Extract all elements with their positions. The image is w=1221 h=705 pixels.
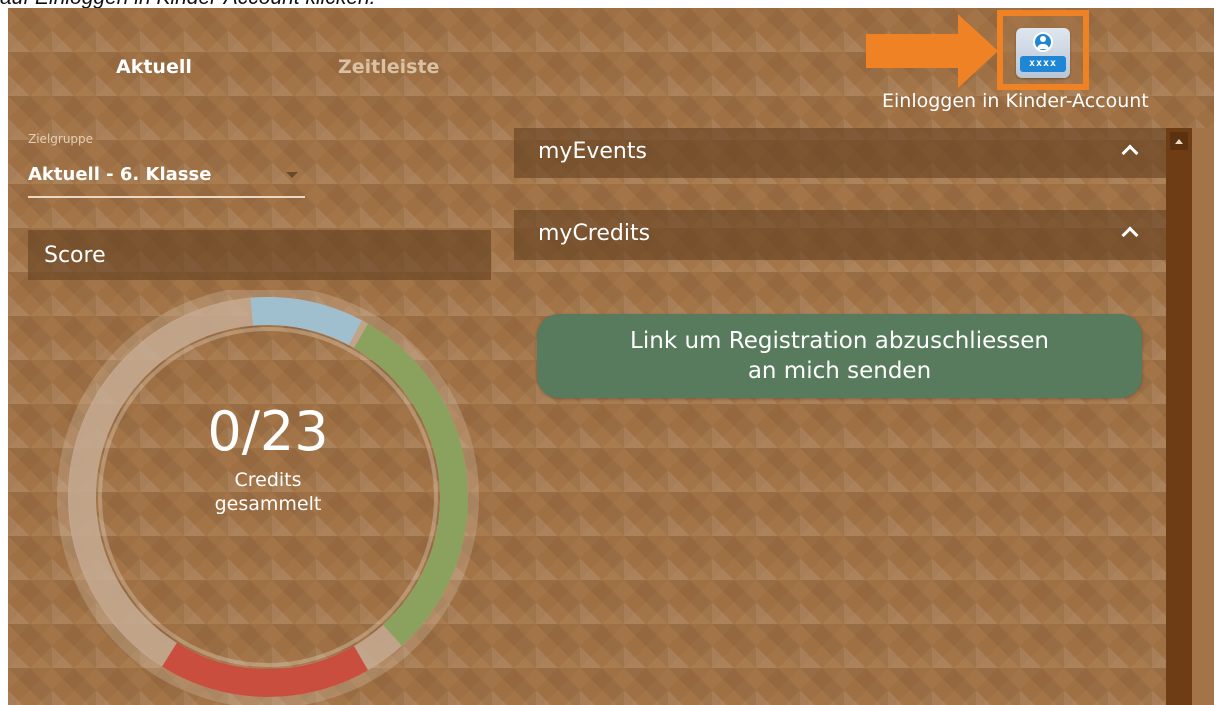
register-button-line1: Link um Registration abzuschliessen (630, 328, 1049, 354)
panel-mycredits[interactable]: myCredits (514, 210, 1166, 260)
app-window: Aktuell Zeitleiste xxxx Einloggen in Kin… (8, 8, 1214, 705)
kid-account-icon[interactable]: xxxx (1016, 28, 1070, 78)
score-caption: Credits gesammelt (188, 468, 348, 516)
chevron-down-icon (286, 172, 298, 178)
annotation-arrow-icon (866, 14, 998, 88)
score-caption-line2: gesammelt (214, 493, 322, 515)
panel-myevents-title: myEvents (538, 139, 647, 164)
panel-mycredits-title: myCredits (538, 221, 651, 246)
score-value: 0/23 (207, 400, 329, 463)
panel-myevents[interactable]: myEvents (514, 128, 1166, 178)
zielgruppe-value: Aktuell - 6. Klasse (28, 164, 212, 185)
score-caption-line1: Credits (234, 469, 302, 491)
tab-zeitleiste[interactable]: Zeitleiste (338, 56, 439, 78)
instruction-caption: auf Einloggen in Kinder-Account klicken. (0, 0, 1221, 8)
user-avatar-icon (1033, 32, 1053, 52)
scrollbar[interactable] (1166, 128, 1192, 705)
score-header: Score (28, 230, 491, 280)
chevron-up-icon[interactable] (1121, 144, 1139, 162)
kid-account-highlight[interactable]: xxxx (997, 10, 1089, 90)
scroll-up-icon[interactable] (1170, 132, 1188, 150)
kid-account-label[interactable]: Einloggen in Kinder-Account (882, 90, 1149, 112)
ring-segment-red (162, 642, 368, 697)
zielgruppe-label: Zielgruppe (28, 132, 94, 146)
password-mask: xxxx (1020, 56, 1066, 72)
send-registration-link-button[interactable]: Link um Registration abzuschliessen an m… (537, 314, 1142, 398)
zielgruppe-select[interactable]: Aktuell - 6. Klasse (28, 156, 305, 198)
register-button-line2: an mich senden (747, 358, 932, 384)
window-edge (1192, 128, 1214, 705)
chevron-up-icon[interactable] (1121, 226, 1139, 244)
score-title: Score (44, 243, 106, 268)
tab-aktuell[interactable]: Aktuell (116, 56, 192, 78)
